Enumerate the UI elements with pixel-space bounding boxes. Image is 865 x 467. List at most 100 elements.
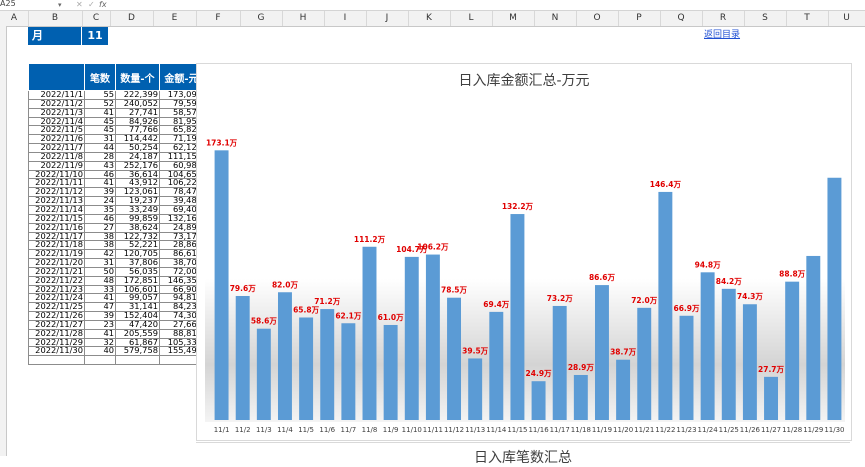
quantity-cell[interactable]: 123,061 [115, 187, 160, 198]
bar[interactable] [256, 328, 271, 420]
fx-icon[interactable]: fx [99, 0, 107, 10]
quantity-cell[interactable]: 114,442 [115, 134, 160, 145]
bar[interactable] [594, 285, 609, 420]
column-header-h[interactable]: H [282, 11, 325, 26]
bar[interactable] [742, 304, 757, 420]
count-cell[interactable]: 24 [84, 196, 116, 206]
bar[interactable] [658, 191, 673, 420]
date-cell[interactable]: 2022/11/16 [28, 222, 85, 233]
count-cell[interactable]: 46 [84, 169, 116, 180]
date-cell[interactable]: 2022/11/26 [28, 311, 85, 321]
column-header-m[interactable]: M [492, 11, 535, 26]
quantity-cell[interactable]: 252,176 [115, 160, 160, 171]
count-cell[interactable]: 44 [84, 143, 116, 153]
column-header-q[interactable]: Q [660, 11, 703, 26]
column-header-j[interactable]: J [366, 11, 409, 26]
bar[interactable] [552, 305, 567, 420]
bar[interactable] [299, 317, 314, 420]
date-cell[interactable]: 2022/11/23 [28, 284, 85, 295]
bar[interactable] [425, 254, 440, 420]
quantity-cell[interactable]: 31,141 [115, 302, 160, 313]
date-cell[interactable]: 2022/11/11 [28, 178, 85, 189]
header-count[interactable]: 笔数 [84, 63, 116, 91]
count-cell[interactable]: 39 [84, 187, 116, 198]
date-cell[interactable]: 2022/11/24 [28, 293, 85, 304]
date-cell[interactable]: 2022/11/9 [28, 160, 85, 171]
date-cell[interactable]: 2022/11/12 [28, 187, 85, 198]
bar[interactable] [806, 255, 821, 420]
quantity-cell[interactable]: 38,624 [115, 222, 160, 233]
count-cell[interactable]: 28 [84, 151, 116, 162]
column-header-f[interactable]: F [196, 11, 241, 26]
bar[interactable] [489, 311, 504, 420]
quantity-cell[interactable]: 106,601 [115, 284, 160, 295]
date-cell[interactable]: 2022/11/5 [28, 125, 85, 136]
bar[interactable] [679, 315, 694, 420]
date-cell[interactable]: 2022/11/30 [28, 346, 85, 357]
column-header-o[interactable]: O [576, 11, 619, 26]
empty-cell[interactable] [115, 355, 160, 366]
quantity-cell[interactable]: 579,758 [115, 346, 160, 357]
date-cell[interactable]: 2022/11/13 [28, 196, 85, 206]
quantity-cell[interactable]: 43,912 [115, 178, 160, 189]
count-cell[interactable]: 31 [84, 258, 116, 268]
quantity-cell[interactable]: 222,399 [115, 90, 160, 100]
date-cell[interactable]: 2022/11/21 [28, 266, 85, 277]
bar[interactable] [785, 281, 800, 420]
quantity-cell[interactable]: 120,705 [115, 249, 160, 260]
cancel-icon[interactable]: ✕ [76, 0, 83, 10]
count-cell[interactable]: 39 [84, 311, 116, 321]
column-header-a[interactable]: A [0, 11, 29, 26]
bar[interactable] [404, 256, 419, 420]
count-cell[interactable]: 48 [84, 275, 116, 286]
count-cell[interactable]: 45 [84, 125, 116, 136]
count-cell[interactable]: 41 [84, 178, 116, 189]
quantity-cell[interactable]: 50,254 [115, 143, 160, 153]
quantity-cell[interactable]: 61,867 [115, 337, 160, 348]
date-cell[interactable]: 2022/11/2 [28, 98, 85, 109]
bar[interactable] [468, 358, 483, 420]
count-cell[interactable]: 23 [84, 319, 116, 330]
count-cell[interactable]: 41 [84, 293, 116, 304]
column-header-c[interactable]: C [82, 11, 111, 26]
check-icon[interactable]: ✓ [88, 0, 95, 10]
bar[interactable] [616, 359, 631, 420]
header-date[interactable] [28, 63, 85, 91]
bar[interactable] [320, 309, 335, 420]
count-cell[interactable]: 33 [84, 284, 116, 295]
column-header-k[interactable]: K [408, 11, 451, 26]
count-cell[interactable]: 52 [84, 98, 116, 109]
count-cell[interactable]: 41 [84, 328, 116, 339]
quantity-cell[interactable]: 47,420 [115, 319, 160, 330]
date-cell[interactable]: 2022/11/27 [28, 319, 85, 330]
bar[interactable] [277, 292, 292, 420]
quantity-cell[interactable]: 19,237 [115, 196, 160, 206]
quantity-cell[interactable]: 77,766 [115, 125, 160, 136]
bar[interactable] [383, 324, 398, 420]
quantity-cell[interactable]: 37,806 [115, 258, 160, 268]
bar[interactable] [637, 307, 652, 420]
date-cell[interactable]: 2022/11/19 [28, 249, 85, 260]
count-cell[interactable]: 46 [84, 213, 116, 224]
bar[interactable] [214, 150, 229, 420]
column-header-g[interactable]: G [240, 11, 283, 26]
quantity-cell[interactable]: 36,614 [115, 169, 160, 180]
count-cell[interactable]: 40 [84, 346, 116, 357]
bar[interactable] [764, 376, 779, 420]
date-cell[interactable]: 2022/11/1 [28, 90, 85, 100]
count-cell[interactable]: 55 [84, 90, 116, 100]
column-header-b[interactable]: B [28, 11, 83, 26]
quantity-cell[interactable]: 122,732 [115, 231, 160, 242]
date-cell[interactable]: 2022/11/25 [28, 302, 85, 313]
column-header-u[interactable]: U [828, 11, 865, 26]
month-value[interactable]: 11月 [82, 27, 108, 60]
quantity-cell[interactable]: 52,221 [115, 240, 160, 251]
chevron-down-icon[interactable]: ▾ [58, 0, 62, 10]
bar[interactable] [447, 297, 462, 420]
count-cell[interactable]: 35 [84, 204, 116, 215]
count-cell[interactable]: 38 [84, 240, 116, 251]
date-cell[interactable]: 2022/11/17 [28, 231, 85, 242]
date-cell[interactable]: 2022/11/10 [28, 169, 85, 180]
quantity-cell[interactable]: 24,187 [115, 151, 160, 162]
date-cell[interactable]: 2022/11/28 [28, 328, 85, 339]
